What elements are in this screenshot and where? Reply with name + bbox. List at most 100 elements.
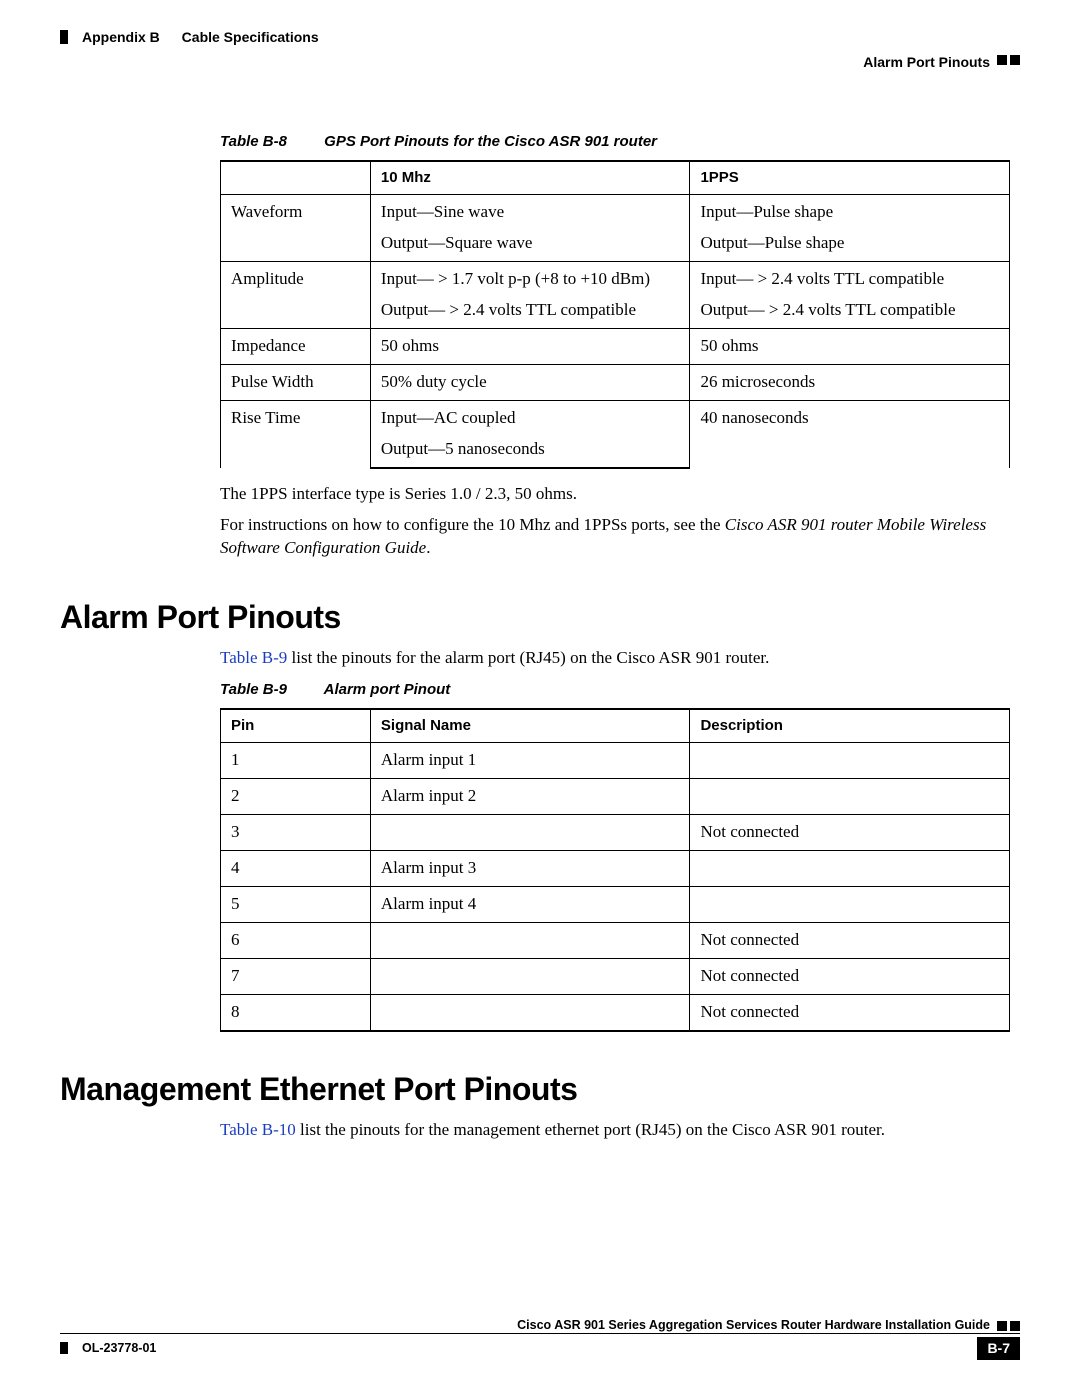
- cell: Output—5 nanoseconds: [370, 436, 690, 468]
- table-b9-number: Table B-9: [220, 680, 320, 700]
- table-b8-caption: Table B-8 GPS Port Pinouts for the Cisco…: [220, 132, 1010, 152]
- table-b9-caption: Table B-9 Alarm port Pinout: [220, 680, 1010, 700]
- table-b9-header-row: Pin Signal Name Description: [221, 709, 1010, 743]
- cell-pin: 5: [221, 886, 371, 922]
- table-b9-h2: Signal Name: [370, 709, 690, 743]
- table-b9-h3: Description: [690, 709, 1010, 743]
- running-section-title: Alarm Port Pinouts: [863, 54, 990, 70]
- cell: Output—Square wave: [370, 230, 690, 261]
- cell-pin: 8: [221, 994, 371, 1030]
- cell-desc: Not connected: [690, 815, 1010, 851]
- table-b9-h1: Pin: [221, 709, 371, 743]
- table-b8-number: Table B-8: [220, 132, 320, 152]
- table-row: Impedance 50 ohms 50 ohms: [221, 329, 1010, 365]
- cell-key: Amplitude: [221, 262, 371, 329]
- cell: 26 microseconds: [690, 364, 1010, 400]
- footer-page-number: B-7: [977, 1337, 1020, 1360]
- header-bar-icon: [60, 30, 68, 44]
- link-table-b10[interactable]: Table B-10: [220, 1120, 296, 1139]
- table-b9-title: Alarm port Pinout: [324, 681, 451, 698]
- b8-note-1: The 1PPS interface type is Series 1.0 / …: [220, 483, 1010, 506]
- cell-desc: [690, 886, 1010, 922]
- cell-key: Impedance: [221, 329, 371, 365]
- cell-pin: 2: [221, 779, 371, 815]
- cell-desc: [690, 851, 1010, 887]
- footer-bar-icon: [60, 1342, 68, 1354]
- table-b8-h2: 10 Mhz: [370, 161, 690, 195]
- link-table-b9[interactable]: Table B-9: [220, 648, 287, 667]
- table-b9: Pin Signal Name Description 1 Alarm inpu…: [220, 708, 1010, 1032]
- cell-signal: [370, 815, 690, 851]
- cell-signal: Alarm input 2: [370, 779, 690, 815]
- cell-pin: 3: [221, 815, 371, 851]
- header-squares-icon: [997, 55, 1020, 65]
- cell: Input— > 1.7 volt p-p (+8 to +10 dBm): [370, 262, 690, 297]
- table-row: 8 Not connected: [221, 994, 1010, 1030]
- cell-signal: [370, 958, 690, 994]
- cell-desc: Not connected: [690, 922, 1010, 958]
- alarm-intro: Table B-9 list the pinouts for the alarm…: [220, 647, 1010, 670]
- table-row: Pulse Width 50% duty cycle 26 microsecon…: [221, 364, 1010, 400]
- heading-mgmt: Management Ethernet Port Pinouts: [60, 1068, 1010, 1111]
- heading-alarm: Alarm Port Pinouts: [60, 596, 1010, 639]
- cell-pin: 7: [221, 958, 371, 994]
- cell-pin: 1: [221, 743, 371, 779]
- cell-signal: Alarm input 1: [370, 743, 690, 779]
- cell: 50 ohms: [690, 329, 1010, 365]
- header-right: Alarm Port Pinouts: [60, 53, 1020, 72]
- cell: Input—AC coupled: [370, 400, 690, 435]
- content-area: Table B-8 GPS Port Pinouts for the Cisco…: [60, 132, 1020, 1142]
- table-row: Waveform Input—Sine wave Input—Pulse sha…: [221, 195, 1010, 230]
- table-b8-title: GPS Port Pinouts for the Cisco ASR 901 r…: [324, 133, 657, 150]
- cell: 40 nanoseconds: [690, 400, 1010, 467]
- cell-pin: 4: [221, 851, 371, 887]
- footer-rule: [60, 1333, 1020, 1334]
- cell-signal: [370, 994, 690, 1030]
- b8-note-2b: .: [426, 538, 430, 557]
- cell-pin: 6: [221, 922, 371, 958]
- cell-desc: Not connected: [690, 994, 1010, 1030]
- appendix-label: Appendix B: [82, 29, 160, 45]
- b8-note-2: For instructions on how to configure the…: [220, 514, 1010, 560]
- header-left: Appendix B Cable Specifications: [60, 28, 1020, 47]
- cell: Input— > 2.4 volts TTL compatible: [690, 262, 1010, 297]
- page: Appendix B Cable Specifications Alarm Po…: [0, 0, 1080, 1397]
- mgmt-intro: Table B-10 list the pinouts for the mana…: [220, 1119, 1010, 1142]
- footer-book-title-line: Cisco ASR 901 Series Aggregation Service…: [60, 1317, 1020, 1334]
- b8-note-2a: For instructions on how to configure the…: [220, 515, 725, 534]
- cell-signal: Alarm input 3: [370, 851, 690, 887]
- table-row: Amplitude Input— > 1.7 volt p-p (+8 to +…: [221, 262, 1010, 297]
- table-row: 6 Not connected: [221, 922, 1010, 958]
- mgmt-intro-rest: list the pinouts for the management ethe…: [296, 1120, 885, 1139]
- cell-key: Rise Time: [221, 400, 371, 467]
- alarm-intro-rest: list the pinouts for the alarm port (RJ4…: [287, 648, 769, 667]
- cell: Output— > 2.4 volts TTL compatible: [690, 297, 1010, 328]
- page-footer: Cisco ASR 901 Series Aggregation Service…: [60, 1317, 1020, 1357]
- cell-signal: Alarm input 4: [370, 886, 690, 922]
- table-b8-header-row: 10 Mhz 1PPS: [221, 161, 1010, 195]
- table-b8-h3: 1PPS: [690, 161, 1010, 195]
- cell-desc: Not connected: [690, 958, 1010, 994]
- table-row: 5 Alarm input 4: [221, 886, 1010, 922]
- cell: Input—Sine wave: [370, 195, 690, 230]
- table-row: Rise Time Input—AC coupled 40 nanosecond…: [221, 400, 1010, 435]
- cell: Input—Pulse shape: [690, 195, 1010, 230]
- cell: 50% duty cycle: [370, 364, 690, 400]
- table-row: 7 Not connected: [221, 958, 1010, 994]
- table-row: 2 Alarm input 2: [221, 779, 1010, 815]
- cell-desc: [690, 779, 1010, 815]
- cell: 50 ohms: [370, 329, 690, 365]
- cell-key: Pulse Width: [221, 364, 371, 400]
- cell-key: Waveform: [221, 195, 371, 262]
- table-b8: 10 Mhz 1PPS Waveform Input—Sine wave Inp…: [220, 160, 1010, 469]
- footer-doc-id: OL-23778-01: [60, 1341, 156, 1355]
- table-row: 1 Alarm input 1: [221, 743, 1010, 779]
- footer-book-title: Cisco ASR 901 Series Aggregation Service…: [517, 1318, 990, 1332]
- footer-squares-icon: [997, 1321, 1020, 1331]
- table-row: 4 Alarm input 3: [221, 851, 1010, 887]
- cell: Output— > 2.4 volts TTL compatible: [370, 297, 690, 328]
- table-row: 3 Not connected: [221, 815, 1010, 851]
- footer-bottom-line: OL-23778-01 B-7: [60, 1340, 1020, 1357]
- cell-desc: [690, 743, 1010, 779]
- chapter-title: Cable Specifications: [182, 29, 319, 45]
